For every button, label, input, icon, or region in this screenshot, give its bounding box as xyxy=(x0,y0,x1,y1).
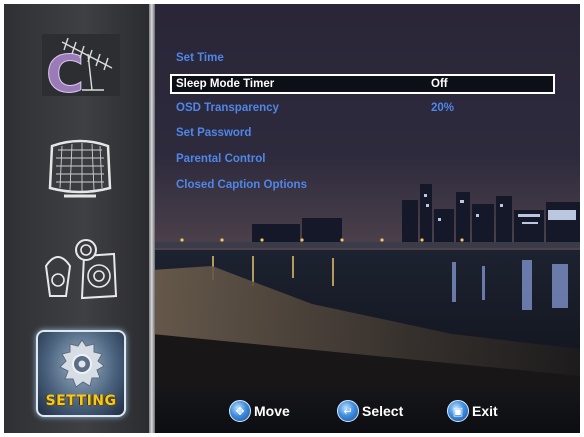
menu-item-set-time[interactable]: Set Time xyxy=(170,48,555,68)
menu-item-value: 20% xyxy=(431,102,455,114)
select-hint: ↵ Select xyxy=(337,398,403,424)
menu-item-set-password[interactable]: Set Password xyxy=(170,123,555,143)
antenna-icon[interactable]: C xyxy=(42,34,120,96)
menu-item-label: Sleep Mode Timer xyxy=(176,78,275,90)
menu-item-label: Set Password xyxy=(176,127,252,139)
enter-icon: ↵ xyxy=(337,400,359,422)
category-sidebar: C SETTING xyxy=(4,4,149,433)
tv-settings-screen: C SETTING Set Time Sleep Mode Timer Off … xyxy=(4,4,580,433)
move-hint: ✥ Move xyxy=(229,398,290,424)
menu-item-value: Off xyxy=(431,78,448,90)
move-hint-label: Move xyxy=(254,403,290,419)
gear-icon xyxy=(54,336,110,392)
menu-item-parental-control[interactable]: Parental Control xyxy=(170,149,555,169)
select-hint-label: Select xyxy=(362,403,404,419)
menu-item-closed-caption-options[interactable]: Closed Caption Options xyxy=(170,175,555,195)
setting-label: SETTING xyxy=(45,393,117,409)
svg-text:C: C xyxy=(46,45,84,96)
menu-item-label: Set Time xyxy=(176,52,224,64)
button-hint-bar: ✥ Move ↵ Select ▣ Exit xyxy=(155,388,580,433)
exit-hint: ▣ Exit xyxy=(447,398,498,424)
menu-item-label: Closed Caption Options xyxy=(176,179,307,191)
arrows-icon: ✥ xyxy=(229,400,251,422)
menu-item-sleep-mode-timer[interactable]: Sleep Mode Timer Off xyxy=(170,74,555,94)
sidebar-divider xyxy=(149,4,155,433)
city-night-background xyxy=(152,4,580,433)
sidebar-item-setting[interactable]: SETTING xyxy=(36,330,126,417)
speakers-icon[interactable] xyxy=(40,236,120,302)
menu-item-osd-transparency[interactable]: OSD Transparency 20% xyxy=(170,98,555,118)
menu-item-label: OSD Transparency xyxy=(176,102,279,114)
exit-hint-label: Exit xyxy=(472,403,498,419)
exit-icon: ▣ xyxy=(447,400,469,422)
menu-item-label: Parental Control xyxy=(176,153,266,165)
screen-icon[interactable] xyxy=(44,132,116,204)
